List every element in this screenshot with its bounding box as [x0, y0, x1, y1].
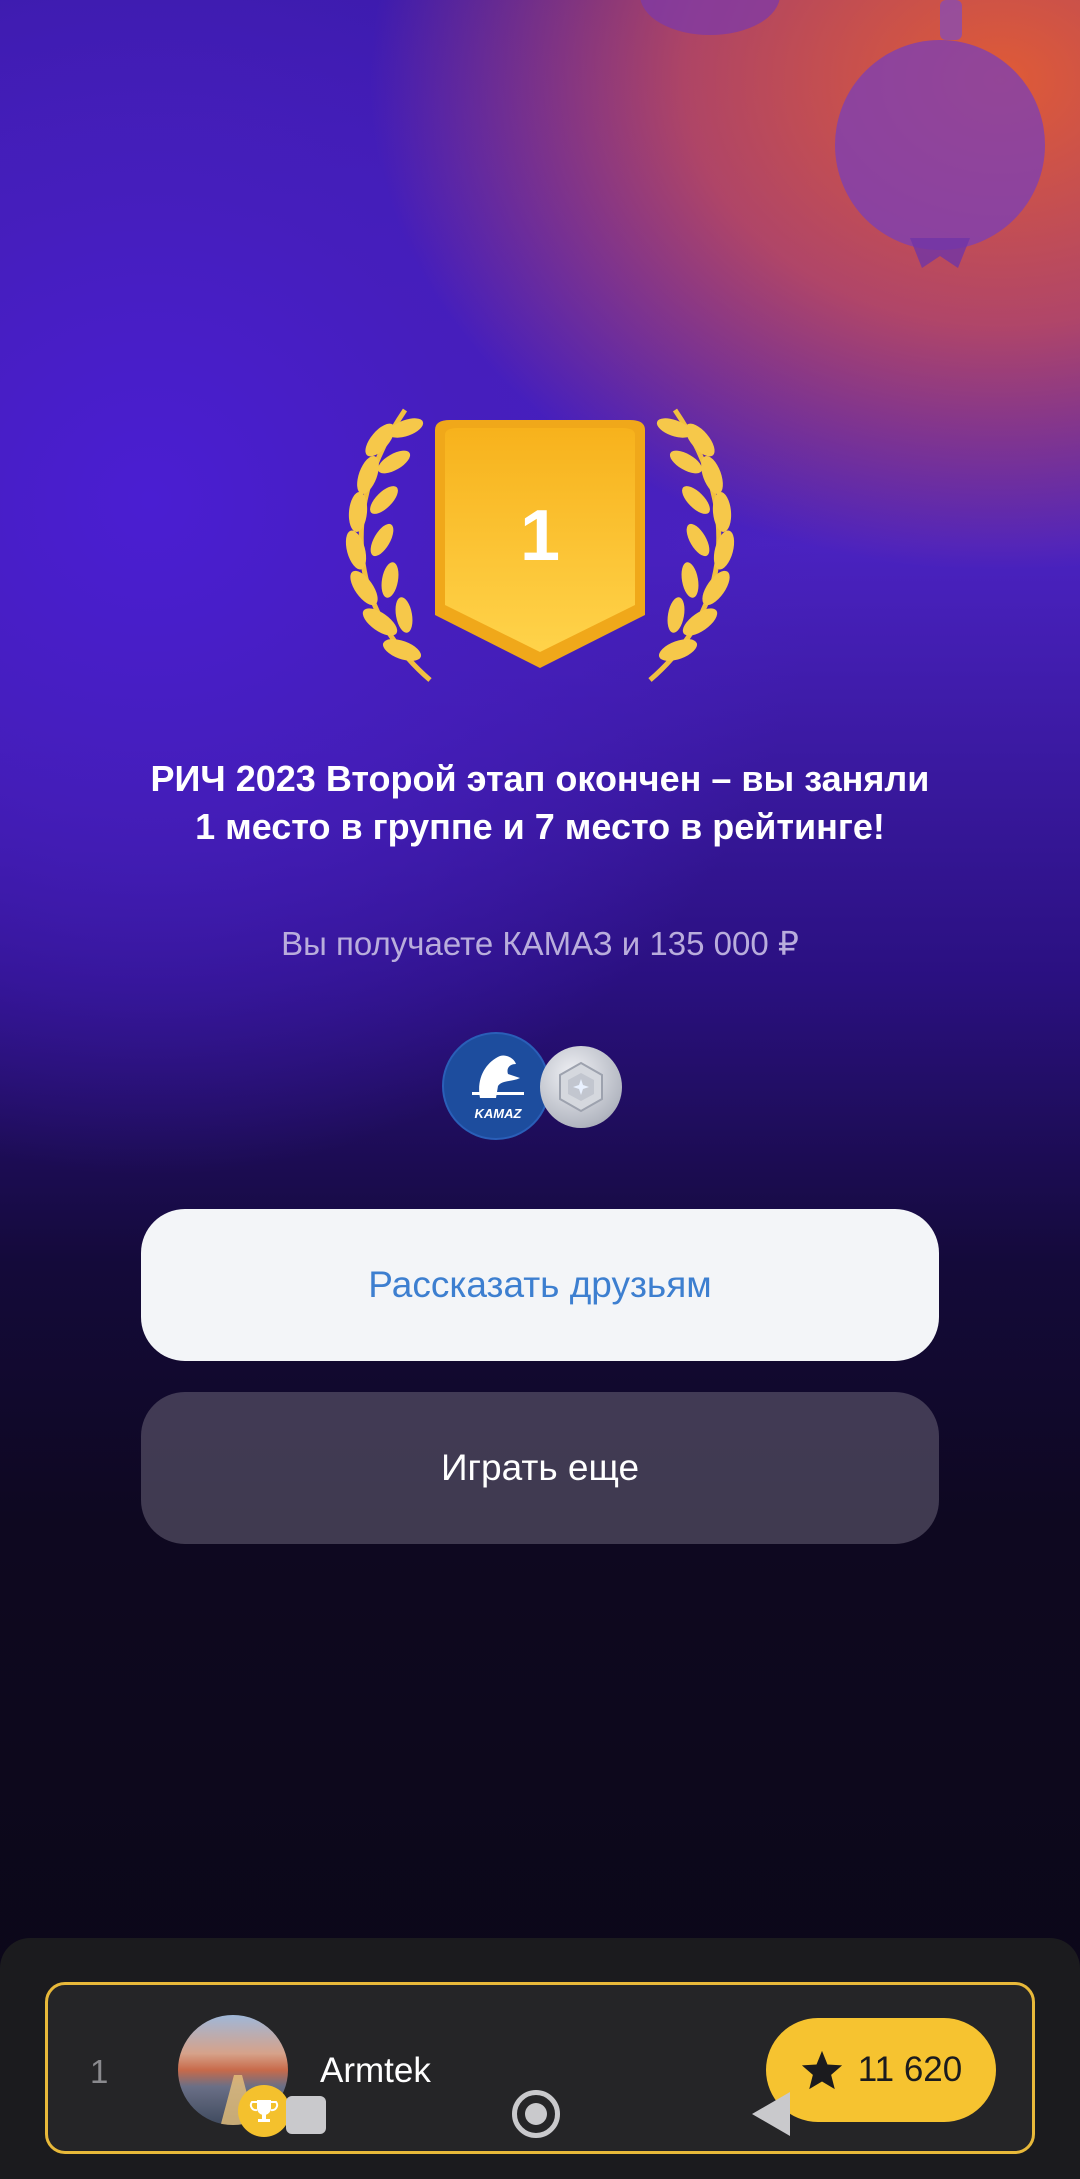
- horse-icon: [472, 1055, 524, 1098]
- share-with-friends-button[interactable]: Рассказать друзьям: [141, 1209, 939, 1361]
- recent-apps-icon[interactable]: [286, 2096, 326, 2134]
- home-icon[interactable]: [512, 2090, 560, 2138]
- play-again-button[interactable]: Играть еще: [141, 1392, 939, 1544]
- back-icon[interactable]: [752, 2092, 790, 2136]
- ornament-string: [940, 0, 962, 40]
- kamaz-logo-text: KAMAZ: [474, 1106, 522, 1121]
- result-title: РИЧ 2023 Второй этап окончен – вы заняли…: [150, 758, 930, 847]
- place-number: 1: [519, 496, 561, 576]
- system-navigation-bar: [0, 2080, 1080, 2179]
- silver-badge-icon: [540, 1046, 622, 1128]
- kamaz-logo: KAMAZ: [442, 1032, 550, 1140]
- place-award: 1: [320, 400, 760, 690]
- prize-description: Вы получаете КАМАЗ и 135 000 ₽: [281, 925, 799, 962]
- prize-icons: KAMAZ: [442, 1032, 622, 1142]
- ornament-decoration: [835, 40, 1045, 250]
